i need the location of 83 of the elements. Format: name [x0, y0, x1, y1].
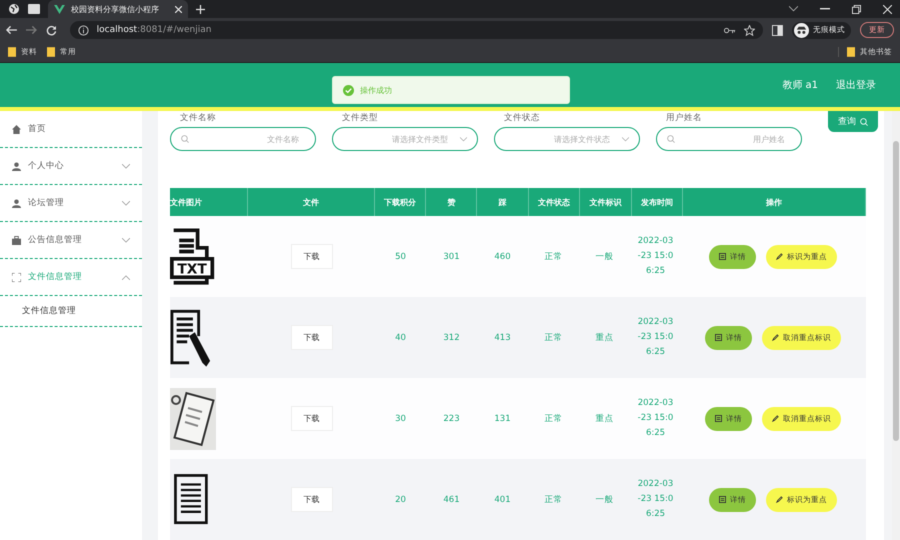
- filter-label: 文件名称: [180, 113, 217, 123]
- toast-message: 操作成功: [332, 76, 570, 104]
- download-button[interactable]: 下载: [290, 325, 332, 350]
- minimize-icon[interactable]: [820, 8, 830, 10]
- close-icon[interactable]: [883, 4, 892, 14]
- table-cell-text: 一般: [594, 494, 614, 506]
- folder-icon: [8, 47, 16, 57]
- sidebar-item[interactable]: 首页: [0, 111, 142, 148]
- incognito-icon: [794, 22, 809, 38]
- chevron-down-icon: [460, 136, 467, 142]
- chevron-down-icon[interactable]: [789, 6, 798, 12]
- user-name: 教师 a1: [782, 79, 818, 92]
- table-cell-text: 401: [493, 494, 512, 506]
- sidebar-item[interactable]: 个人中心: [0, 148, 142, 185]
- table-cell-text: 2022-03-23 15:06:25: [636, 397, 674, 440]
- table-cell-text: 413: [493, 332, 512, 344]
- person-icon: [12, 162, 21, 170]
- download-button[interactable]: 下载: [290, 406, 332, 431]
- close-icon[interactable]: [175, 6, 182, 12]
- filter-label: 文件类型: [342, 113, 379, 123]
- table-cell-text: 重点: [594, 332, 614, 344]
- sidebar-toggle-icon[interactable]: [772, 24, 783, 36]
- person-icon: [12, 198, 21, 208]
- folder-icon: [47, 47, 55, 57]
- pencil-icon: [776, 496, 783, 503]
- table-cell-text: 正常: [544, 494, 564, 506]
- pencil-icon: [776, 253, 783, 260]
- table-cell-text: 正常: [544, 332, 564, 344]
- list-icon: [715, 334, 722, 341]
- table-cell-text: 461: [442, 494, 461, 506]
- filter-label: 文件状态: [504, 113, 541, 123]
- chevron-icon: [122, 238, 130, 242]
- table-cell-text: 20: [394, 494, 407, 506]
- star-icon[interactable]: [744, 24, 756, 36]
- table-cell-text: 2022-03-23 15:06:25: [636, 235, 674, 278]
- filter-label: 用户姓名: [666, 113, 703, 123]
- table-cell-text: 223: [442, 412, 461, 426]
- key-icon[interactable]: [724, 26, 736, 34]
- table-cell-text: 460: [493, 250, 512, 264]
- back-icon[interactable]: [6, 25, 17, 35]
- chevron-icon: [122, 274, 130, 280]
- list-icon: [715, 415, 722, 422]
- list-icon: [719, 253, 726, 260]
- sidebar-item[interactable]: 论坛管理: [0, 185, 142, 222]
- v-logo-icon: [54, 4, 65, 14]
- download-button[interactable]: 下载: [290, 487, 332, 512]
- frame-icon: [12, 272, 21, 282]
- list-icon: [719, 496, 726, 503]
- pencil-icon: [772, 415, 779, 422]
- sidebar-item[interactable]: 公告信息管理: [0, 222, 142, 259]
- browser-tab[interactable]: 校园资料分享微信小程序: [48, 0, 188, 18]
- home-icon: [12, 124, 21, 134]
- folder-icon: [847, 47, 855, 57]
- table-cell-text: 正常: [544, 412, 564, 426]
- search-icon: [860, 118, 868, 126]
- sidebar-subitem[interactable]: 文件信息管理: [0, 296, 142, 327]
- table-cell-text: 一般: [594, 250, 614, 264]
- briefcase-icon: [12, 236, 21, 244]
- table-cell-text: 40: [394, 332, 407, 344]
- pencil-icon: [772, 334, 779, 341]
- table-cell-text: 301: [442, 250, 461, 264]
- table-cell-text: 312: [442, 332, 461, 344]
- chevron-icon: [122, 200, 130, 206]
- table-cell-text: 131: [493, 412, 512, 426]
- add-icon[interactable]: [196, 4, 205, 14]
- success-icon: [343, 84, 354, 96]
- table-cell-text: 30: [394, 412, 407, 426]
- chevron-icon: [122, 164, 130, 168]
- table-cell-text: 2022-03-23 15:06:25: [636, 478, 674, 521]
- address-bar[interactable]: localhost:8081/#/wenjian: [70, 21, 764, 39]
- forward-icon[interactable]: [26, 25, 37, 35]
- table-cell-text: 正常: [544, 250, 564, 264]
- table-cell-text: 50: [394, 250, 407, 264]
- search-icon: [181, 135, 189, 143]
- download-button[interactable]: 下载: [290, 244, 332, 269]
- table-cell-text: 重点: [594, 412, 614, 426]
- info-icon: [78, 24, 89, 36]
- table-cell-text: 2022-03-23 15:06:25: [636, 316, 674, 359]
- scrollbar[interactable]: [892, 111, 900, 540]
- chevron-down-icon: [622, 136, 629, 142]
- reload-icon[interactable]: [46, 24, 57, 36]
- restore-icon[interactable]: [852, 4, 861, 14]
- search-icon: [667, 135, 675, 143]
